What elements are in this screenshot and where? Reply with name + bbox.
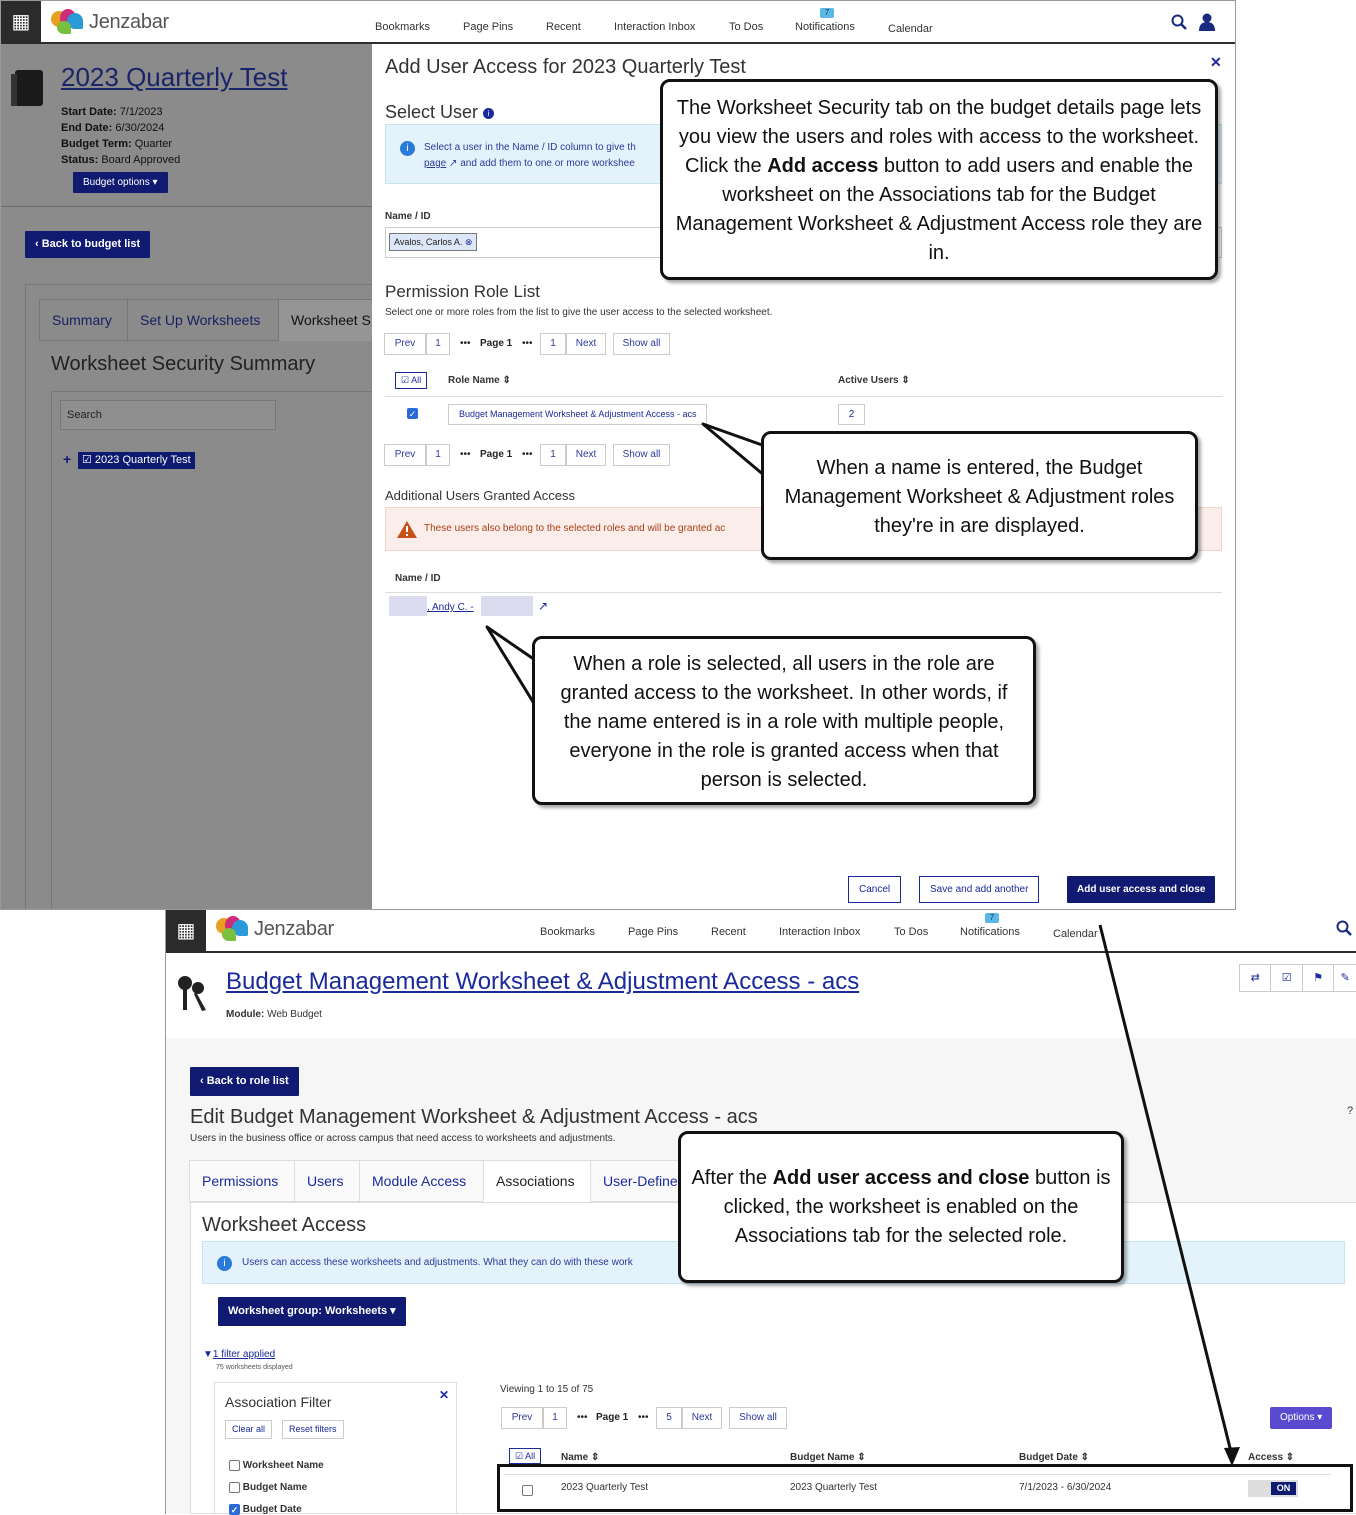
callout-text: After the	[691, 1167, 773, 1189]
callout-bold: Add user access and close	[772, 1167, 1030, 1189]
callout-add-and-close: After the Add user access and close butt…	[678, 1131, 1124, 1283]
callout-name-entered: When a name is entered, the Budget Manag…	[761, 431, 1198, 560]
callout-worksheet-security: The Worksheet Security tab on the budget…	[660, 79, 1218, 280]
callout-role-selected: When a role is selected, all users in th…	[532, 636, 1036, 805]
callout-bold: Add access	[767, 155, 879, 177]
